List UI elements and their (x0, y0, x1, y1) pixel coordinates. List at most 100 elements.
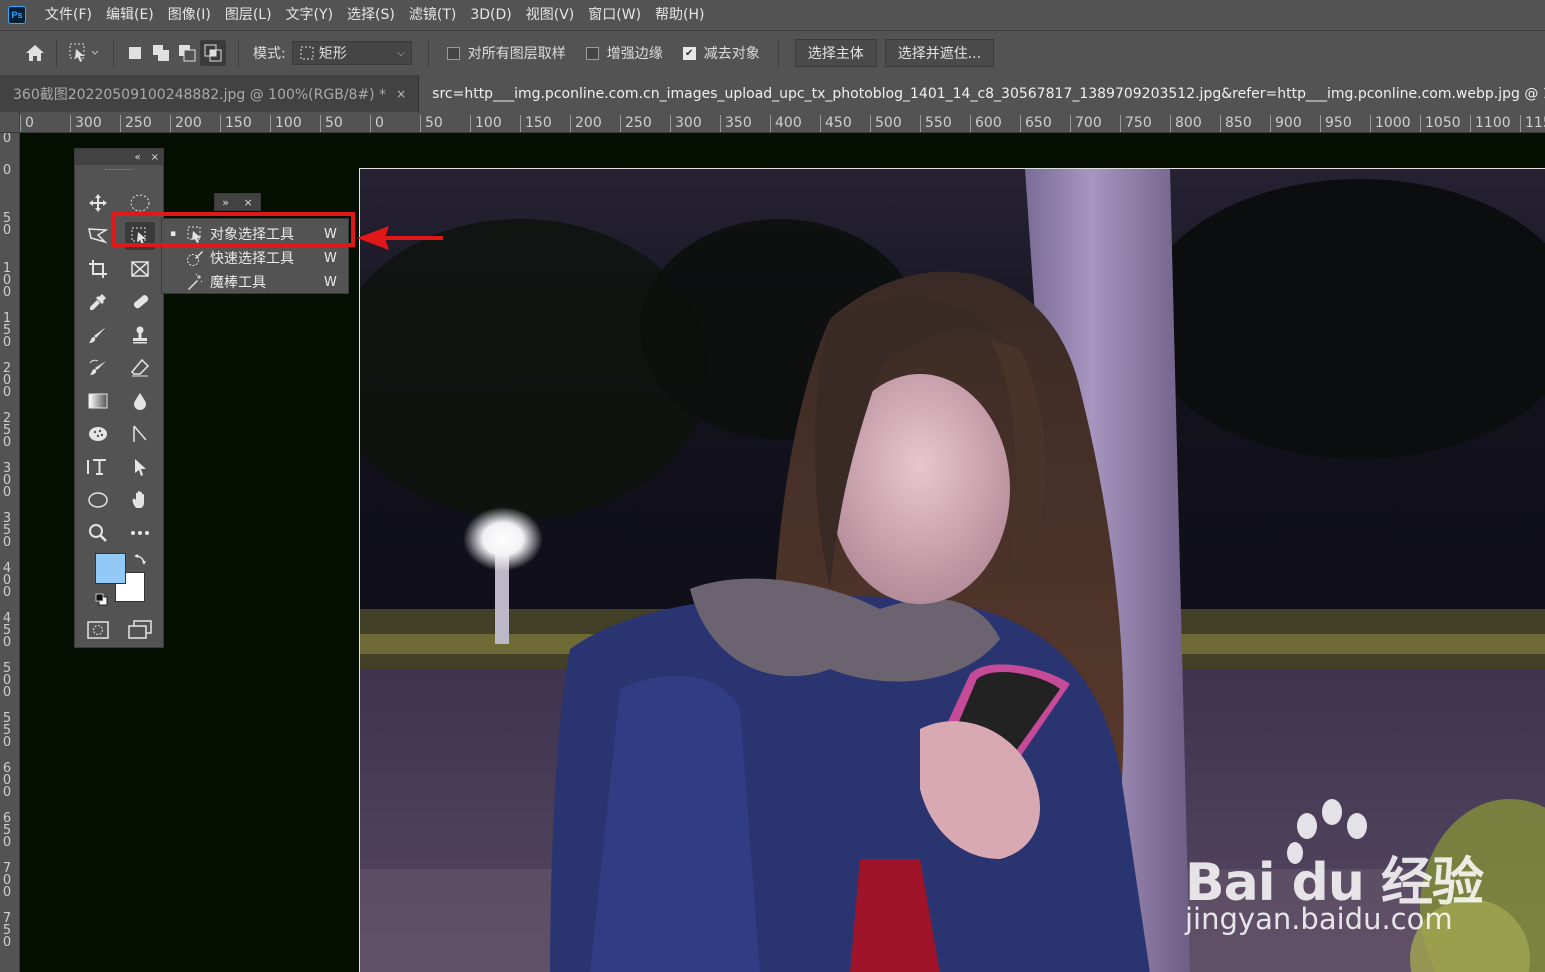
gradient-tool-icon[interactable] (83, 387, 113, 415)
ruler-tick-label: 3 5 0 (2, 511, 12, 550)
zoom-tool-icon[interactable] (83, 519, 113, 547)
healing-brush-icon[interactable] (125, 288, 155, 316)
flyout-label: 快速选择工具 (210, 251, 294, 267)
blur-tool-icon[interactable] (125, 387, 155, 415)
more-tools-icon[interactable] (125, 519, 155, 547)
mode-select[interactable]: 矩形 ⌵ (291, 41, 412, 65)
screen-mode-icon[interactable] (125, 616, 155, 644)
pen-path-icon[interactable] (125, 420, 155, 448)
ruler-origin[interactable] (0, 112, 20, 133)
menu-layer[interactable]: 图层(L) (218, 0, 279, 30)
expand-icon[interactable]: » (222, 196, 229, 209)
hand-tool-icon[interactable] (125, 486, 155, 514)
ruler-tick-label: 50 (320, 115, 343, 132)
menu-help[interactable]: 帮助(H) (648, 0, 711, 30)
horizontal-ruler[interactable]: 0 300 250 200 150 100 50 0 50 100 150 200 250 300 350 4… (20, 112, 1545, 133)
ruler-tick-label: 2 0 0 (2, 361, 12, 400)
select-subject-button[interactable]: 选择主体 (794, 39, 877, 67)
frame-tool-icon[interactable] (125, 255, 155, 283)
ruler-tick-label: 700 (1070, 115, 1102, 132)
menu-window[interactable]: 窗口(W) (581, 0, 648, 30)
menu-view[interactable]: 视图(V) (519, 0, 582, 30)
collapse-icon[interactable]: « (134, 152, 140, 163)
flyout-header[interactable]: » × (214, 193, 261, 211)
ruler-tick-label: 0 (370, 115, 384, 132)
ruler-tick-label: 0 (2, 133, 12, 146)
checkmark-icon[interactable]: ✔ (682, 46, 696, 60)
shortcut-key: W (324, 274, 337, 290)
ruler-tick-label: 850 (1220, 115, 1252, 132)
ruler-tick-label: 2 5 0 (2, 411, 12, 450)
tools-panel-header[interactable]: « × (75, 149, 163, 165)
clone-stamp-icon[interactable] (125, 321, 155, 349)
foreground-color-swatch[interactable] (95, 553, 126, 584)
new-selection-icon[interactable] (122, 40, 148, 66)
ruler-tick-label: 550 (920, 115, 952, 132)
menu-image[interactable]: 图像(I) (161, 0, 218, 30)
ruler-tick-label: 400 (770, 115, 802, 132)
menu-3d[interactable]: 3D(D) (463, 0, 518, 30)
subtract-object-checkbox[interactable]: ✔ 减去对象 (682, 43, 760, 63)
panel-grip[interactable] (105, 169, 133, 172)
menu-edit[interactable]: 编辑(E) (99, 0, 161, 30)
menu-filter[interactable]: 滤镜(T) (402, 0, 463, 30)
ruler-tick-label: 250 (620, 115, 652, 132)
ruler-tick-label: 1000 (1370, 115, 1411, 132)
ruler-tick-label: 50 (420, 115, 443, 132)
menu-type[interactable]: 文字(Y) (279, 0, 340, 30)
sample-all-layers-checkbox[interactable]: 对所有图层取样 (446, 43, 566, 63)
ellipse-shape-icon[interactable] (83, 486, 113, 514)
history-brush-icon[interactable] (83, 354, 113, 382)
flyout-item-magic-wand[interactable]: 魔棒工具 W (162, 270, 348, 294)
ruler-tick-label: 300 (70, 115, 102, 132)
tab-document-2[interactable]: src=http___img.pconline.com.cn_images_up… (419, 75, 1545, 112)
close-icon[interactable]: × (396, 87, 406, 101)
tool-preset-picker[interactable] (65, 40, 105, 66)
ruler-tick-label: 600 (970, 115, 1002, 132)
ruler-tick-label: 4 0 0 (2, 561, 12, 600)
vertical-ruler[interactable]: 0 0 5 0 1 0 0 1 5 0 2 0 0 2 5 0 3 0 0 3 5 0 4 0 0… (0, 133, 20, 972)
enhance-edge-checkbox[interactable]: 增强边缘 (585, 43, 663, 63)
ruler-tick-label: 100 (270, 115, 302, 132)
brush-tool-icon[interactable] (83, 321, 113, 349)
document-tabs: 360截图20220509100248882.jpg @ 100%(RGB/8#… (0, 75, 1545, 112)
ruler-tick-label: 350 (720, 115, 752, 132)
checkbox-box[interactable] (446, 46, 460, 60)
sponge-tool-icon[interactable] (83, 420, 113, 448)
crop-tool-icon[interactable] (83, 255, 113, 283)
home-icon[interactable] (22, 40, 48, 66)
move-tool-icon[interactable] (83, 189, 113, 217)
menu-file[interactable]: 文件(F) (38, 0, 99, 30)
ruler-tick-label: 5 0 (2, 211, 12, 238)
swap-colors-icon[interactable] (133, 551, 149, 567)
intersect-selection-icon[interactable] (200, 40, 226, 66)
close-icon[interactable]: × (151, 152, 159, 163)
eyedropper-icon[interactable] (83, 288, 113, 316)
ruler-tick-label: 3 0 0 (2, 461, 12, 500)
menu-bar: Ps 文件(F) 编辑(E) 图像(I) 图层(L) 文字(Y) 选择(S) 滤… (0, 0, 1545, 30)
add-to-selection-icon[interactable] (148, 40, 174, 66)
ruler-tick-label: 5 5 0 (2, 711, 12, 750)
eraser-icon[interactable] (125, 354, 155, 382)
ruler-tick-label: 7 5 0 (2, 911, 12, 950)
menu-select[interactable]: 选择(S) (340, 0, 402, 30)
type-tool-icon[interactable] (83, 453, 113, 481)
select-and-mask-button[interactable]: 选择并遮住... (884, 39, 995, 67)
tab-document-1[interactable]: 360截图20220509100248882.jpg @ 100%(RGB/8#… (0, 75, 420, 112)
default-colors-icon[interactable] (95, 593, 109, 607)
tab-label: src=http___img.pconline.com.cn_images_up… (432, 85, 1545, 102)
tab-label: 360截图20220509100248882.jpg @ 100%(RGB/8#… (13, 86, 387, 103)
enhance-edge-label: 增强边缘 (606, 46, 663, 62)
ruler-tick-label: 100 (470, 115, 502, 132)
flyout-label: 魔棒工具 (210, 275, 266, 291)
quick-mask-icon[interactable] (83, 616, 113, 644)
subtract-object-label: 减去对象 (703, 46, 760, 62)
checkbox-box[interactable] (585, 46, 599, 60)
ruler-tick-label: 450 (820, 115, 852, 132)
ruler-tick-label: 650 (1020, 115, 1052, 132)
close-icon[interactable]: × (244, 196, 253, 209)
flyout-item-quick-selection[interactable]: 快速选择工具 W (162, 246, 348, 270)
subtract-from-selection-icon[interactable] (174, 40, 200, 66)
polygonal-lasso-icon[interactable] (83, 222, 113, 250)
path-selection-icon[interactable] (125, 453, 155, 481)
